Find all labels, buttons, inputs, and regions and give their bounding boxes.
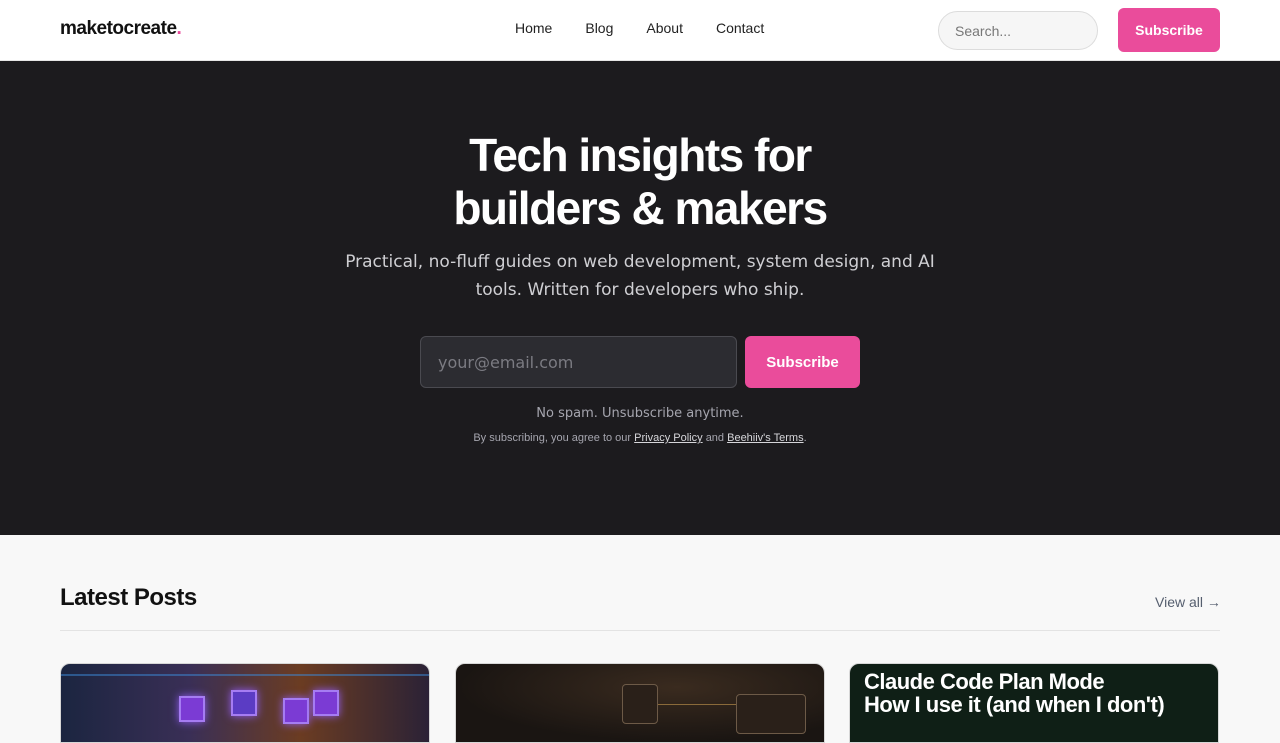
logo-dot: . (176, 18, 182, 39)
nav-about[interactable]: About (646, 20, 683, 36)
legal-suffix: . (803, 432, 807, 444)
terms-link[interactable]: Beehiiv's Terms (727, 432, 803, 444)
globe-icon (736, 694, 806, 734)
hero-section: Tech insights for builders & makers Prac… (0, 61, 1280, 535)
nav-blog[interactable]: Blog (585, 20, 613, 36)
cube-graphic (231, 690, 257, 716)
privacy-policy-link[interactable]: Privacy Policy (634, 432, 702, 444)
hero-subscribe-button[interactable]: Subscribe (745, 336, 860, 388)
cube-graphic (283, 698, 309, 724)
legal-and: and (705, 432, 725, 444)
connector-line (658, 704, 736, 705)
post-card-2[interactable] (455, 663, 825, 743)
header-subscribe-button[interactable]: Subscribe (1118, 8, 1220, 52)
logo-text: maketocreate (60, 18, 177, 39)
site-header: maketocreate. Home Blog About Contact Su… (0, 0, 1280, 61)
legal-note: By subscribing, you agree to our Privacy… (0, 432, 1280, 444)
email-field[interactable] (420, 336, 737, 388)
cube-graphic (313, 690, 339, 716)
post-card-3-title-line-1: Claude Code Plan Mode (864, 669, 1105, 694)
nav-contact[interactable]: Contact (716, 20, 764, 36)
view-all-link[interactable]: View all → (1155, 594, 1221, 610)
post-card-1[interactable] (60, 663, 430, 743)
site-logo[interactable]: maketocreate. (60, 18, 182, 40)
section-divider (60, 630, 1220, 631)
hero-title-line-2: builders & makers (453, 182, 828, 234)
main-nav: Home Blog About Contact (515, 20, 764, 36)
no-spam-note: No spam. Unsubscribe anytime. (536, 406, 744, 421)
nav-home[interactable]: Home (515, 20, 552, 36)
hero-subtitle: Practical, no-fluff guides on web develo… (345, 252, 935, 300)
glow-line (61, 674, 429, 676)
server-icon (622, 684, 658, 724)
hero-title: Tech insights for builders & makers (0, 129, 1280, 235)
hero-title-line-1: Tech insights for (469, 129, 812, 181)
search-input[interactable] (938, 11, 1098, 50)
latest-posts-title: Latest Posts (60, 584, 197, 611)
cube-graphic (179, 696, 205, 722)
legal-prefix: By subscribing, you agree to our (473, 432, 632, 444)
post-card-3-title: Claude Code Plan Mode How I use it (and … (864, 669, 1165, 717)
post-card-3[interactable]: Claude Code Plan Mode How I use it (and … (849, 663, 1219, 743)
post-card-3-title-line-2: How I use it (and when I don't) (864, 692, 1165, 717)
